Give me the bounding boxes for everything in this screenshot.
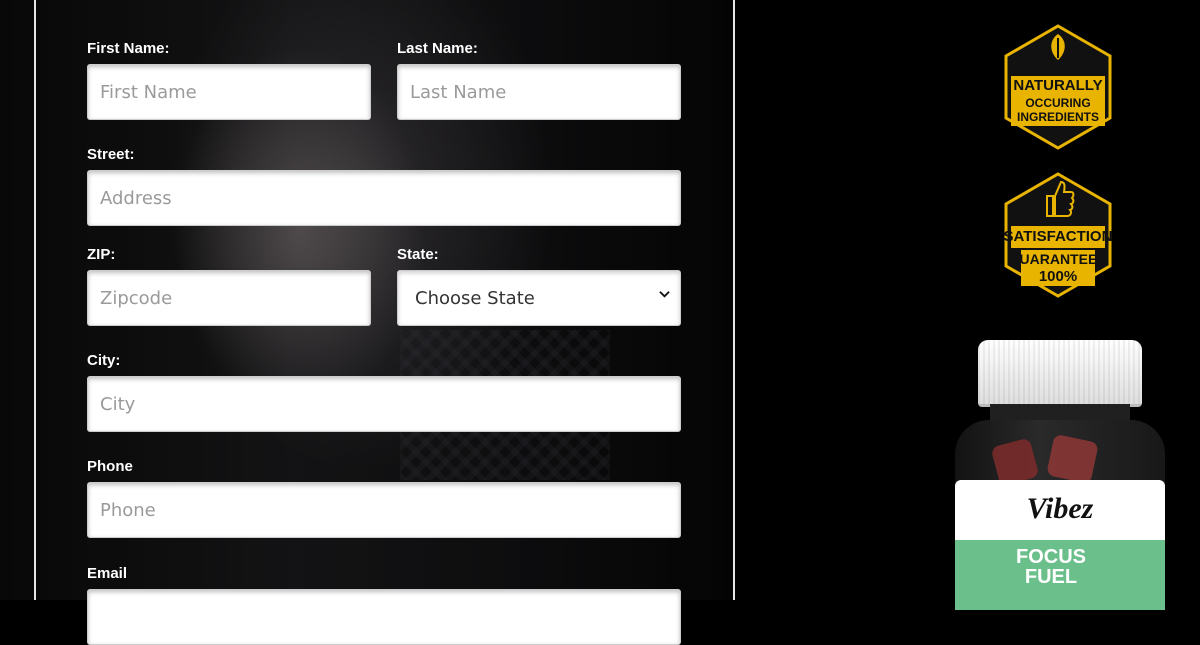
street-input[interactable] xyxy=(87,170,681,226)
first-name-input[interactable] xyxy=(87,64,371,120)
thumbs-up-icon xyxy=(1046,180,1075,217)
form-border-left xyxy=(34,0,36,600)
zip-input[interactable] xyxy=(87,270,371,326)
chevron-down-icon xyxy=(659,291,670,298)
state-label: State: xyxy=(397,246,439,263)
form-border-right xyxy=(733,0,735,600)
gummy-piece xyxy=(1046,433,1099,485)
first-name-label: First Name: xyxy=(87,40,170,57)
last-name-label: Last Name: xyxy=(397,40,478,57)
product-name-line2: FUEL xyxy=(1024,566,1078,588)
state-select-value: Choose State xyxy=(415,287,535,309)
email-input[interactable] xyxy=(87,589,681,645)
city-label: City: xyxy=(87,352,121,369)
badge2-line1: SATISFACTION xyxy=(1003,228,1113,245)
naturally-occurring-badge: NATURALLY OCCURING INGREDIENTS xyxy=(1003,24,1113,150)
badge1-line2: OCCURING xyxy=(1025,96,1091,110)
phone-label: Phone xyxy=(87,458,133,475)
product-bottle-image: Vibez FOCUS FUEL xyxy=(950,340,1170,610)
satisfaction-guaranteed-badge: SATISFACTION GUARANTEED 100% xyxy=(1003,172,1113,298)
leaf-icon xyxy=(1051,34,1065,60)
email-label: Email xyxy=(87,565,128,582)
last-name-input[interactable] xyxy=(397,64,681,120)
product-brand: Vibez xyxy=(1026,492,1094,525)
state-select[interactable]: Choose State xyxy=(397,270,681,326)
bottle-label: Vibez FOCUS FUEL xyxy=(955,480,1165,610)
bottle-body: Vibez FOCUS FUEL xyxy=(955,420,1165,610)
badge1-line3: INGREDIENTS xyxy=(1016,110,1099,124)
street-label: Street: xyxy=(87,146,135,163)
phone-input[interactable] xyxy=(87,482,681,538)
city-input[interactable] xyxy=(87,376,681,432)
zip-label: ZIP: xyxy=(87,246,116,263)
badge2-line3: 100% xyxy=(1038,268,1078,285)
badge1-line1: NATURALLY xyxy=(1013,77,1103,94)
badge2-line2: GUARANTEED xyxy=(1008,251,1108,267)
bottle-cap xyxy=(978,340,1142,407)
